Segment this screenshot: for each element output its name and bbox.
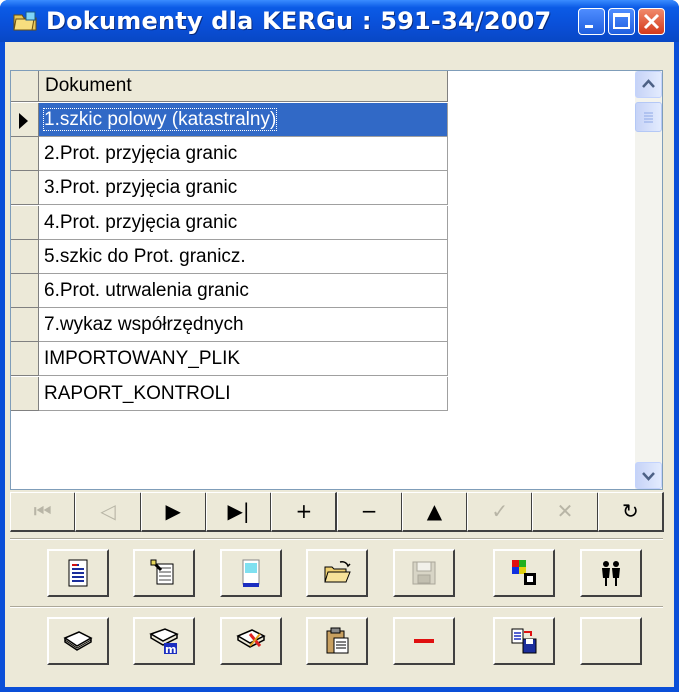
nav-insert-button[interactable]: +	[271, 492, 338, 532]
nav-insert-icon: +	[295, 499, 313, 523]
separator	[10, 606, 663, 608]
row-indicator[interactable]	[11, 171, 39, 206]
vertical-scrollbar[interactable]	[635, 71, 662, 489]
row-text: 6.Prot. utrwalenia granic	[44, 280, 249, 301]
convert-button[interactable]	[493, 617, 555, 665]
empty-button[interactable]	[580, 617, 642, 665]
row-text: 4.Prot. przyjęcia granic	[44, 211, 238, 233]
minimize-button[interactable]	[578, 8, 605, 35]
row-indicator[interactable]	[11, 239, 39, 274]
nav-post-button[interactable]: ✓	[467, 492, 534, 532]
nav-delete-icon: −	[360, 499, 378, 523]
nav-prior-button[interactable]: ◁	[75, 492, 142, 532]
edit-document-icon	[150, 559, 174, 585]
color-blocks-button[interactable]	[493, 549, 555, 597]
grip-icon	[644, 112, 653, 123]
save-button[interactable]	[393, 549, 455, 597]
nav-last-icon: ▶|	[227, 499, 250, 523]
db-navigator: ⏮ ◁ ▶ ▶| + − ▲ ✓ ✕ ↻	[10, 492, 664, 532]
table-row[interactable]: 1.szkic polowy (katastralny)	[39, 103, 448, 137]
row-indicator[interactable]	[11, 103, 39, 137]
close-button[interactable]	[638, 8, 665, 35]
table-row[interactable]: IMPORTOWANY_PLIK	[39, 342, 448, 377]
minimize-icon	[585, 25, 593, 28]
row-indicator[interactable]	[11, 342, 39, 377]
nav-delete-button[interactable]: −	[336, 492, 403, 532]
book-icon	[63, 631, 93, 651]
scroll-down-button[interactable]	[635, 462, 662, 489]
convert-icon	[511, 628, 537, 654]
svg-text:m: m	[165, 643, 176, 656]
current-row-arrow-icon	[19, 113, 28, 129]
users-button[interactable]	[580, 549, 642, 597]
close-icon	[643, 13, 660, 30]
book-edit-icon	[236, 629, 266, 648]
nav-refresh-icon: ↻	[621, 499, 639, 523]
chevron-up-icon	[642, 79, 655, 88]
row-indicator[interactable]	[11, 137, 39, 172]
row-text: 5.szkic do Prot. granicz.	[44, 245, 246, 267]
row-text: 3.Prot. przyjęcia granic	[44, 177, 238, 199]
nav-cancel-button[interactable]: ✕	[532, 492, 599, 532]
table-row[interactable]: 4.Prot. przyjęcia granic	[39, 205, 448, 240]
nav-edit-button[interactable]: ▲	[401, 492, 469, 532]
table-row[interactable]: 5.szkic do Prot. granicz.	[39, 239, 448, 274]
nav-first-icon: ⏮	[33, 499, 52, 523]
table-row[interactable]: 3.Prot. przyjęcia granic	[39, 171, 448, 206]
nav-post-icon: ✓	[491, 499, 509, 523]
book-edit-button[interactable]	[220, 617, 282, 665]
edit-document-button[interactable]	[133, 549, 195, 597]
window: Dokumenty dla KERGu : 591-34/2007 Dokume…	[0, 0, 679, 692]
maximize-button[interactable]	[608, 8, 635, 35]
nav-next-button[interactable]: ▶	[140, 492, 207, 532]
chevron-down-icon	[642, 472, 655, 481]
row-text: RAPORT_KONTROLI	[44, 382, 231, 404]
row-text: 1.szkic polowy (katastralny)	[42, 108, 278, 131]
nav-prior-icon: ◁	[100, 499, 116, 523]
nav-edit-icon: ▲	[426, 499, 443, 523]
row-text: 2.Prot. przyjęcia granic	[44, 143, 238, 165]
window-title: Dokumenty dla KERGu : 591-34/2007	[46, 7, 552, 35]
book-m-icon: m	[149, 628, 179, 656]
remove-button[interactable]	[393, 617, 455, 665]
table-row[interactable]: 2.Prot. przyjęcia granic	[39, 137, 448, 172]
column-header-dokument[interactable]: Dokument	[39, 71, 448, 102]
nav-cancel-icon: ✕	[556, 499, 574, 523]
nav-first-button[interactable]: ⏮	[10, 492, 77, 532]
row-text: 7.wykaz współrzędnych	[44, 314, 244, 336]
title-bar[interactable]: Dokumenty dla KERGu : 591-34/2007	[0, 0, 679, 42]
users-icon	[602, 561, 620, 586]
maximize-icon	[613, 13, 630, 29]
grid-indicator-header	[11, 71, 39, 102]
document-button[interactable]	[47, 549, 109, 597]
table-row[interactable]: 7.wykaz współrzędnych	[39, 308, 448, 343]
remove-icon	[414, 639, 434, 643]
nav-last-button[interactable]: ▶|	[205, 492, 273, 532]
color-blocks-icon	[512, 560, 536, 585]
row-indicator[interactable]	[11, 205, 39, 240]
row-indicator[interactable]	[11, 376, 39, 411]
table-row[interactable]: 6.Prot. utrwalenia granic	[39, 274, 448, 308]
nav-next-icon: ▶	[165, 499, 181, 523]
row-text: IMPORTOWANY_PLIK	[44, 348, 241, 370]
row-indicator[interactable]	[11, 274, 39, 308]
clipboard-icon	[326, 627, 349, 654]
folder-app-icon	[13, 11, 37, 31]
book-m-button[interactable]: m	[133, 617, 195, 665]
open-folder-button[interactable]	[306, 549, 368, 597]
table-row[interactable]: RAPORT_KONTROLI	[39, 376, 448, 411]
row-indicator[interactable]	[11, 308, 39, 343]
nav-refresh-button[interactable]: ↻	[597, 492, 664, 532]
book-button[interactable]	[47, 617, 109, 665]
scan-icon	[242, 559, 260, 587]
scroll-up-button[interactable]	[635, 71, 662, 98]
scan-button[interactable]	[220, 549, 282, 597]
scroll-thumb[interactable]	[635, 102, 662, 132]
save-icon	[412, 561, 436, 585]
open-folder-icon	[324, 561, 351, 583]
clipboard-button[interactable]	[306, 617, 368, 665]
separator	[10, 538, 663, 540]
document-icon	[68, 559, 88, 587]
